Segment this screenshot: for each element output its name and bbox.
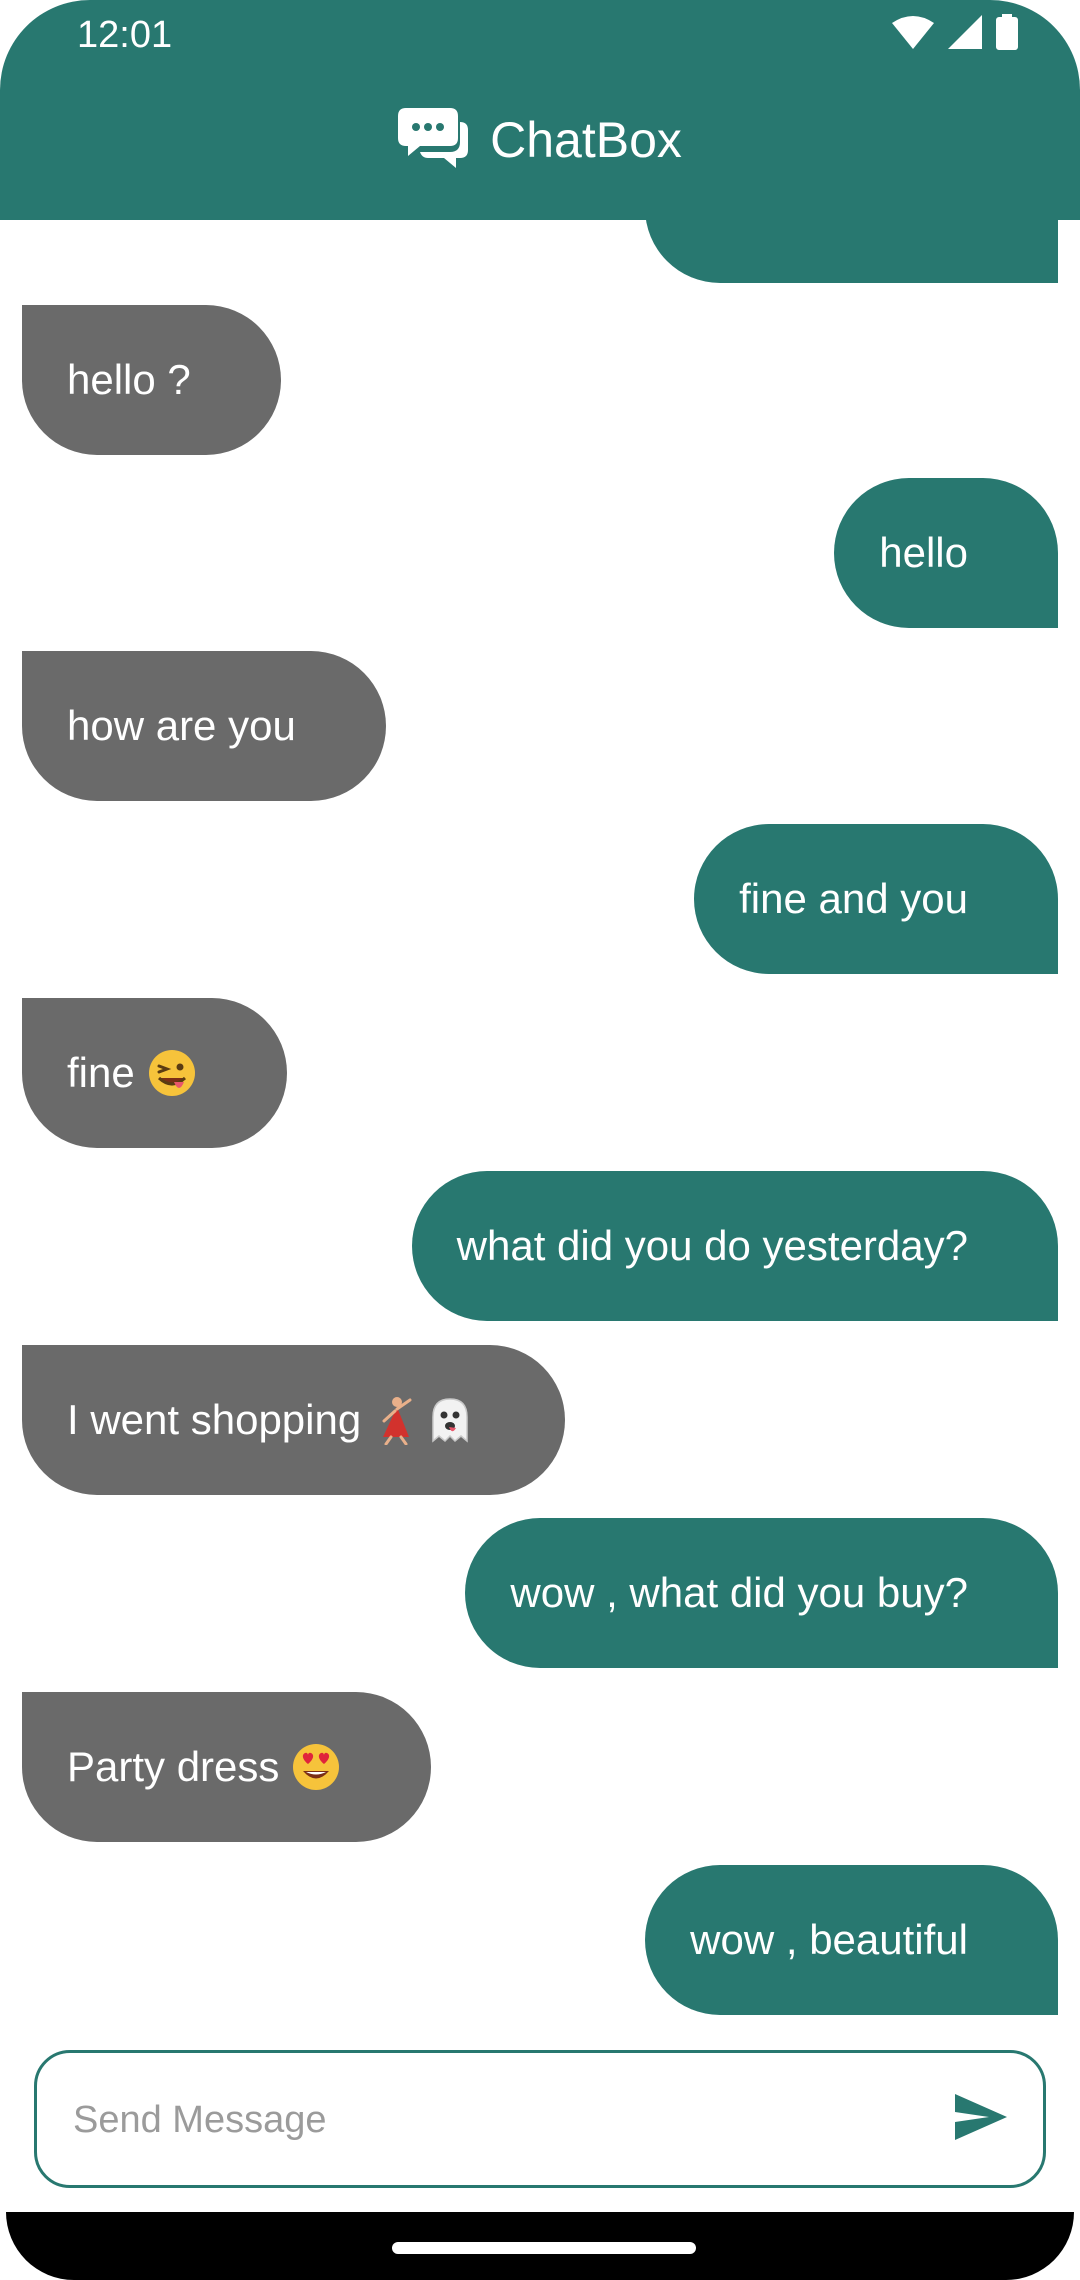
- message-bubble-incoming[interactable]: I went shopping: [22, 1345, 566, 1495]
- message-text: wow , beautiful: [690, 1916, 968, 1963]
- header-title-group: ChatBox: [0, 105, 1080, 175]
- chat-bubble-icon: [398, 104, 469, 177]
- message-text: Party dress: [67, 1743, 280, 1790]
- message-text: what did you do yesterday?: [456, 1222, 968, 1269]
- message-bubble-incoming[interactable]: Party dress: [22, 1692, 432, 1842]
- winking-face-with-tongue-icon: [147, 1048, 197, 1098]
- battery-icon: [996, 13, 1018, 55]
- app-header: 12:01 ChatBox: [0, 0, 1080, 220]
- message-bubble-incoming[interactable]: how are you: [22, 651, 386, 801]
- app-title: ChatBox: [490, 112, 682, 168]
- ghost-icon: [425, 1395, 475, 1445]
- message-text: I went shopping: [67, 1396, 362, 1443]
- status-icons: [892, 13, 1018, 55]
- message-text: hello ?: [67, 356, 191, 403]
- message-list[interactable]: ... hello ? hello how are you fine and y…: [0, 0, 1080, 2020]
- woman-dancing-icon: [373, 1395, 419, 1445]
- wifi-icon: [892, 15, 934, 54]
- message-composer: [34, 2050, 1046, 2188]
- message-bubble-incoming[interactable]: hello ?: [22, 305, 281, 455]
- message-text: wow , what did you buy?: [510, 1569, 968, 1616]
- message-text: fine and you: [739, 875, 968, 922]
- send-icon: [955, 2093, 1007, 2145]
- chat-screen: ... hello ? hello how are you fine and y…: [0, 0, 1080, 2280]
- message-bubble-outgoing[interactable]: wow , what did you buy?: [465, 1518, 1058, 1668]
- message-input[interactable]: [71, 2053, 935, 2187]
- message-text: hello: [879, 529, 968, 576]
- message-bubble-incoming[interactable]: fine: [22, 998, 287, 1148]
- home-handle[interactable]: [392, 2242, 696, 2254]
- message-bubble-outgoing[interactable]: fine and you: [694, 824, 1058, 974]
- cellular-signal-icon: [948, 14, 982, 54]
- status-time: 12:01: [77, 14, 173, 56]
- send-button[interactable]: [953, 2091, 1009, 2147]
- message-bubble-outgoing[interactable]: wow , beautiful: [645, 1865, 1058, 2015]
- message-bubble-outgoing[interactable]: hello: [834, 478, 1058, 628]
- message-bubble-outgoing[interactable]: what did you do yesterday?: [411, 1171, 1058, 1321]
- system-navigation-bar: [6, 2212, 1074, 2280]
- message-text: how are you: [67, 702, 296, 749]
- smiling-face-with-heart-eyes-icon: [291, 1742, 341, 1792]
- message-text: fine: [67, 1049, 135, 1096]
